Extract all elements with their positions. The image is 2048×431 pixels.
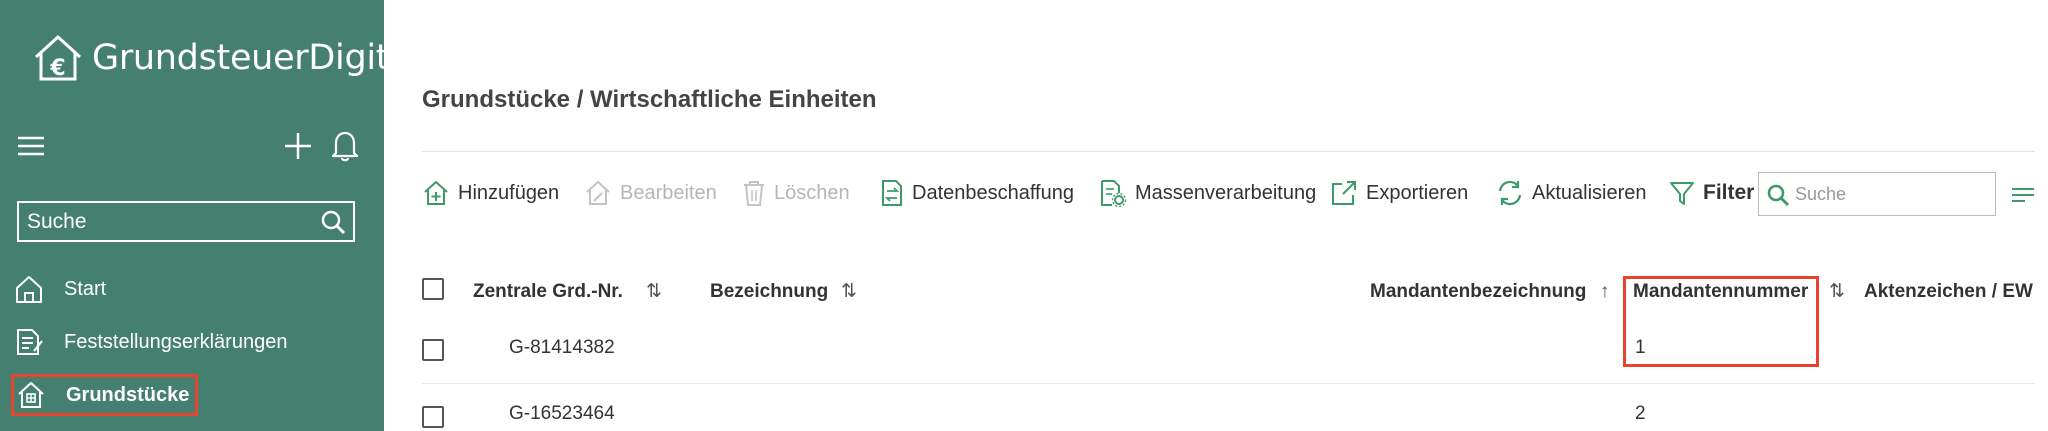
document-transfer-icon [882, 180, 902, 206]
table-search[interactable] [1758, 172, 1996, 216]
home-icon [16, 276, 42, 303]
divider [422, 151, 2035, 152]
cell-grd-nr: G-81414382 [509, 337, 615, 358]
column-header-zentrale-grd-nr[interactable]: Zentrale Grd.-Nr. [473, 280, 623, 304]
sort-ascending-icon[interactable]: ↑ [1600, 280, 1610, 304]
add-button[interactable]: Hinzufügen [422, 172, 559, 214]
refresh-label: Aktualisieren [1532, 181, 1647, 204]
filter-label: Filter [1703, 181, 1755, 204]
sidebar-search-input[interactable] [27, 203, 307, 240]
column-header-mandantenbezeichnung[interactable]: Mandantenbezeichnung [1370, 280, 1586, 304]
sidebar-item-label: Start [64, 277, 107, 300]
sidebar-item-label: Grundstücke [66, 383, 190, 406]
house-euro-icon: € [34, 35, 82, 81]
search-icon [1767, 184, 1790, 207]
sidebar-item-start[interactable]: Start [14, 272, 106, 306]
sidebar-item-feststellungserklaerungen[interactable]: Feststellungserklärungen [14, 325, 287, 359]
mandantennummer-highlight-box [1623, 276, 1819, 367]
building-icon [18, 382, 44, 408]
column-header-bezeichnung[interactable]: Bezeichnung [710, 280, 828, 304]
page-title: Grundstücke / Wirtschaftliche Einheiten [422, 86, 877, 113]
refresh-button[interactable]: Aktualisieren [1496, 172, 1647, 214]
row-divider [422, 383, 2035, 384]
export-button[interactable]: Exportieren [1330, 172, 1468, 214]
plus-icon[interactable] [282, 130, 314, 162]
delete-button[interactable]: Löschen [742, 172, 850, 214]
search-icon[interactable] [320, 209, 346, 235]
external-link-icon [1332, 181, 1356, 205]
row-checkbox[interactable] [422, 406, 444, 428]
menu-icon[interactable] [16, 133, 46, 159]
table-search-input[interactable] [1795, 173, 1990, 215]
cell-mandantennummer: 2 [1635, 403, 1646, 424]
export-label: Exportieren [1366, 181, 1469, 204]
sidebar-item-label: Feststellungserklärungen [64, 330, 288, 353]
more-menu-icon[interactable] [2011, 186, 2035, 204]
filter-button[interactable]: Filter [1669, 172, 1754, 214]
select-all-checkbox[interactable] [422, 278, 444, 300]
house-plus-icon [424, 181, 448, 205]
data-procurement-label: Datenbeschaffung [912, 181, 1074, 204]
sort-icon[interactable]: ⇅ [1829, 280, 1845, 304]
refresh-icon [1498, 180, 1522, 206]
svg-text:€: € [49, 56, 65, 81]
app-logo[interactable]: € GrundsteuerDigital [30, 30, 420, 86]
edit-button[interactable]: Bearbeiten [584, 172, 717, 214]
house-edit-icon [586, 181, 610, 205]
brand-name: GrundsteuerDigital [92, 38, 420, 78]
add-label: Hinzufügen [458, 181, 560, 204]
sidebar: € GrundsteuerDigital Start [0, 0, 420, 431]
edit-label: Bearbeiten [620, 181, 717, 204]
mass-processing-label: Massenverarbeitung [1135, 181, 1317, 204]
document-edit-icon [17, 329, 43, 355]
sidebar-search[interactable] [17, 201, 355, 242]
mass-processing-button[interactable]: Massenverarbeitung [1099, 172, 1316, 214]
row-checkbox[interactable] [422, 339, 444, 361]
main-content: Grundstücke / Wirtschaftliche Einheiten … [384, 0, 2048, 431]
cell-grd-nr: G-16523464 [509, 403, 615, 424]
data-procurement-button[interactable]: Datenbeschaffung [880, 172, 1074, 214]
document-gear-icon [1101, 180, 1127, 207]
column-header-aktenzeichen[interactable]: Aktenzeichen / EW [1864, 280, 2033, 304]
sidebar-item-grundstuecke[interactable]: Grundstücke [11, 374, 199, 416]
trash-icon [744, 181, 764, 206]
filter-icon [1670, 182, 1694, 205]
bell-icon[interactable] [330, 128, 360, 162]
delete-label: Löschen [774, 181, 850, 204]
sort-icon[interactable]: ⇅ [646, 280, 662, 304]
sort-icon[interactable]: ⇅ [841, 280, 857, 304]
